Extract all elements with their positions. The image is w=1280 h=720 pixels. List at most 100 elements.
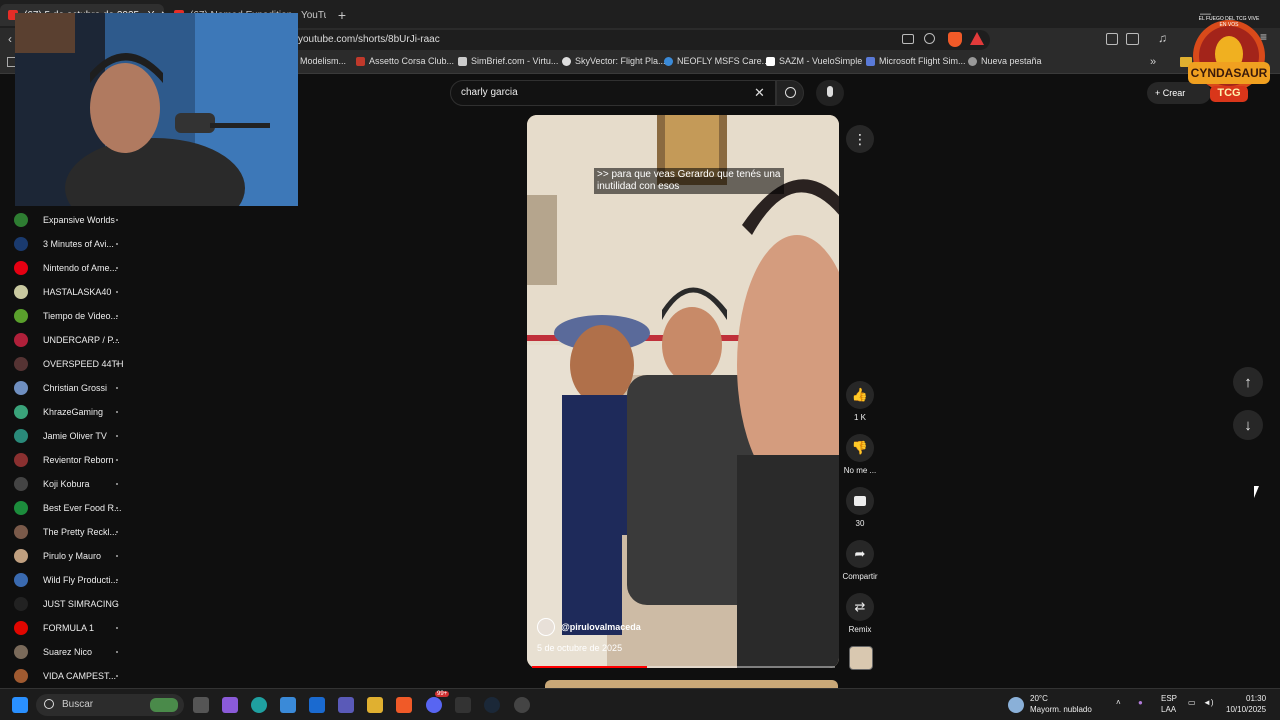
sidebar-subscription-item[interactable]: Best Ever Food R... (14, 499, 122, 517)
comments-button[interactable]: 30 (840, 487, 880, 528)
sidebar-subscription-item[interactable]: 3 Minutes of Avi... (14, 235, 118, 253)
sidebar-subscription-item[interactable]: KhrazeGaming (14, 403, 118, 421)
next-short-button[interactable]: ↓ (1233, 410, 1263, 440)
mic-icon (827, 86, 833, 97)
discord-icon[interactable] (426, 697, 442, 713)
avatar (14, 621, 28, 635)
volume-icon[interactable]: ◄) (1203, 698, 1214, 708)
sidebar-subscription-item[interactable]: OVERSPEED 44TH (14, 355, 124, 373)
sidebar-subscription-item[interactable]: Christian Grossi (14, 379, 118, 397)
subscription-name: Wild Fly Producti... (43, 575, 119, 585)
new-content-dot (116, 387, 118, 389)
mic-tray-icon[interactable]: ● (1138, 698, 1143, 708)
new-content-dot (116, 339, 118, 341)
sound-thumbnail[interactable] (849, 646, 873, 670)
bookmark-simbrief[interactable]: SimBrief.com - Virtu... (458, 56, 558, 66)
avatar (14, 357, 28, 371)
new-content-dot (116, 459, 118, 461)
language-top[interactable]: ESP (1161, 694, 1177, 704)
extensions-icon[interactable] (1106, 33, 1118, 45)
subscription-name: Nintendo of Ame... (43, 263, 118, 273)
clock-date[interactable]: 10/10/2025 (1226, 705, 1266, 715)
more-options-button[interactable]: ⋮ (840, 125, 880, 157)
next-short-preview[interactable] (545, 680, 838, 688)
dislike-button[interactable]: 👎 No me ... (840, 434, 880, 475)
copilot-icon[interactable] (222, 697, 238, 713)
sidebar-subscription-item[interactable]: Expansive Worlds (14, 211, 118, 229)
like-button[interactable]: 👍 1 K (840, 381, 880, 422)
sidebar-subscription-item[interactable]: UNDERCARP / P... (14, 331, 120, 349)
bookmark-sazm[interactable]: SAZM - VueloSimple (766, 56, 862, 66)
back-icon[interactable]: ‹ (8, 32, 12, 46)
file-explorer-icon[interactable] (367, 697, 383, 713)
share-button[interactable]: ➦ Compartir (840, 540, 880, 581)
globe-icon (968, 56, 977, 66)
new-content-dot (116, 291, 118, 293)
clock-time[interactable]: 01:30 (1246, 694, 1266, 704)
sidebar-subscription-item[interactable]: Revientor Reborn (14, 451, 118, 469)
cast-icon[interactable] (902, 34, 914, 44)
new-content-dot (116, 579, 118, 581)
previous-short-button[interactable]: ↑ (1233, 367, 1263, 397)
short-video-player[interactable] (527, 115, 839, 668)
windows-start-icon[interactable] (12, 697, 28, 713)
more-bookmarks-icon[interactable]: » (1150, 56, 1156, 68)
store-icon[interactable] (280, 697, 296, 713)
sidebar-subscription-item[interactable]: Jamie Oliver TV (14, 427, 118, 445)
sidebar-toggle-icon[interactable] (1126, 33, 1139, 45)
notification-badge: 99+ (435, 691, 450, 697)
sidebar-subscription-item[interactable]: Suarez Nico (14, 643, 118, 661)
remix-icon: ⇄ (846, 593, 874, 621)
avatar (14, 645, 28, 659)
chevron-up-icon[interactable]: ˄ (1116, 698, 1121, 708)
clear-search-icon[interactable]: ✕ (754, 85, 765, 101)
search-input[interactable]: charly garcia (450, 80, 776, 106)
channel-link[interactable]: @pirulovalmaceda (537, 618, 641, 636)
app-icon[interactable] (455, 697, 471, 713)
sidebar-subscription-item[interactable]: FORMULA 1 (14, 619, 118, 637)
sidebar-subscription-item[interactable]: Pirulo y Mauro (14, 547, 118, 565)
obs-icon[interactable] (514, 697, 530, 713)
sidebar-subscription-item[interactable]: VIDA CAMPEST... (14, 667, 118, 685)
bookmark-msfs[interactable]: Microsoft Flight Sim... (866, 56, 966, 66)
zoom-icon[interactable] (924, 33, 935, 44)
address-bar[interactable]: youtube.com/shorts/8bUrJi-raac (290, 30, 990, 50)
sidebar-subscription-item[interactable]: JUST SIMRACING (14, 595, 119, 613)
music-icon[interactable]: ♫ (1158, 31, 1167, 45)
new-tab-button[interactable]: + (332, 4, 352, 26)
outlook-icon[interactable] (309, 697, 325, 713)
avatar (14, 525, 28, 539)
language-bottom[interactable]: LAA (1161, 705, 1176, 715)
sidebar-subscription-item[interactable]: Koji Kobura (14, 475, 118, 493)
sidebar-subscription-item[interactable]: Wild Fly Producti... (14, 571, 118, 589)
search-button[interactable] (776, 80, 804, 106)
bookmark-assetto[interactable]: Assetto Corsa Club... (356, 56, 454, 66)
bookmark-skyvector[interactable]: SkyVector: Flight Pla... (562, 56, 666, 66)
network-icon[interactable]: ▭ (1188, 698, 1196, 708)
taskbar-search[interactable]: Buscar (36, 694, 184, 716)
new-content-dot (116, 483, 118, 485)
brave-icon[interactable] (396, 697, 412, 713)
bookmark-neofly[interactable]: NEOFLY MSFS Care... (664, 56, 769, 66)
bookmark-new-tab[interactable]: Nueva pestaña (968, 56, 1042, 66)
brave-shield-icon[interactable] (948, 32, 962, 47)
bookmark-modelismo[interactable]: Modelism... (300, 56, 346, 66)
voice-search-button[interactable] (816, 80, 844, 106)
steam-icon[interactable] (484, 697, 500, 713)
teams-icon[interactable] (338, 697, 354, 713)
sidebar-subscription-item[interactable]: Tiempo de Video... (14, 307, 118, 325)
subscription-name: Tiempo de Video... (43, 311, 119, 321)
video-progress-bar[interactable] (532, 666, 835, 668)
search-icon (44, 699, 54, 709)
sidebar-subscription-item[interactable]: The Pretty Reckl... (14, 523, 118, 541)
task-view-icon[interactable] (193, 697, 209, 713)
avatar (14, 237, 28, 251)
sidebar-subscription-item[interactable]: HASTALASKA40 (14, 283, 118, 301)
avatar (14, 333, 28, 347)
edge-icon[interactable] (251, 697, 267, 713)
remix-button[interactable]: ⇄ Remix (840, 593, 880, 634)
sidebar-subscription-item[interactable]: Nintendo of Ame... (14, 259, 118, 277)
new-content-dot (116, 411, 118, 413)
weather-icon[interactable] (1008, 697, 1024, 713)
brave-rewards-icon[interactable] (970, 32, 984, 45)
